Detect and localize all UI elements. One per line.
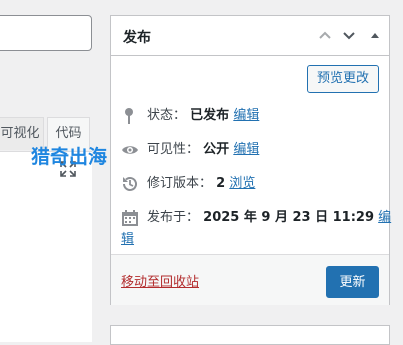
collapse-toggle-icon[interactable]	[365, 25, 385, 45]
next-meta-box	[110, 325, 390, 345]
history-icon	[121, 175, 139, 193]
pin-icon	[121, 107, 139, 125]
update-button[interactable]: 更新	[326, 266, 379, 298]
eye-icon	[121, 141, 139, 159]
move-up-icon[interactable]	[315, 25, 335, 45]
move-to-trash-link[interactable]: 移动至回收站	[121, 271, 199, 290]
revisions-label: 修订版本：	[147, 176, 213, 191]
visibility-value: 公开	[203, 142, 230, 157]
post-title-input[interactable]	[0, 15, 92, 51]
calendar-icon	[121, 209, 139, 227]
published-on-label: 发布于：	[147, 210, 200, 225]
edit-visibility-link[interactable]: 编辑	[233, 142, 259, 157]
watermark-text: 猎奇出海	[31, 146, 108, 168]
preview-changes-button[interactable]: 预览更改	[306, 65, 379, 93]
published-on-value: 2025 年 9 月 23 日 11:29	[203, 210, 375, 225]
move-down-icon[interactable]	[339, 25, 359, 45]
visibility-row: 可见性： 公开 编辑	[121, 139, 381, 161]
publish-box-title: 发布	[123, 30, 151, 46]
status-row: 状态： 已发布 编辑	[121, 105, 381, 127]
publish-box: 发布 预览更改 状态： 已发布 编辑 可见性： 公开 编辑 修订版本： 2 浏览…	[110, 15, 391, 305]
status-label: 状态：	[147, 108, 187, 123]
editor-content-area[interactable]	[0, 151, 92, 342]
edit-date-link-part1[interactable]: 编	[378, 210, 391, 225]
visibility-label: 可见性：	[147, 142, 200, 157]
revisions-row: 修订版本： 2 浏览	[121, 173, 381, 195]
major-publishing-actions: 移动至回收站 更新	[111, 254, 389, 305]
status-value: 已发布	[190, 108, 230, 123]
revisions-count: 2	[216, 176, 226, 191]
edit-date-link-part2[interactable]: 辑	[121, 232, 134, 247]
edit-status-link[interactable]: 编辑	[233, 108, 259, 123]
published-on-row: 发布于： 2025 年 9 月 23 日 11:29 编 辑	[121, 207, 391, 251]
publish-box-header: 发布	[111, 16, 389, 56]
browse-revisions-link[interactable]: 浏览	[229, 176, 255, 191]
